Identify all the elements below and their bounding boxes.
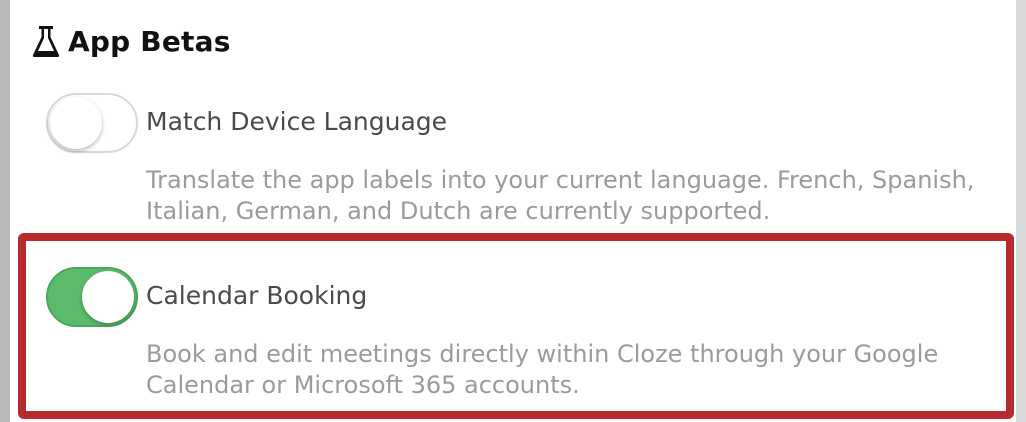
section-header: App Betas [32, 24, 231, 58]
flask-icon [32, 26, 60, 57]
section-title: App Betas [68, 24, 231, 58]
setting-description: Book and edit meetings directly within C… [146, 340, 939, 399]
setting-label: Match Device Language [146, 107, 448, 136]
calendar-booking-toggle[interactable] [46, 267, 138, 327]
toggle-knob [50, 97, 102, 149]
setting-label: Calendar Booking [146, 281, 368, 310]
match-device-language-toggle[interactable] [46, 93, 138, 153]
toggle-knob [82, 271, 134, 323]
background-edge [1016, 0, 1026, 422]
setting-description: Translate the app labels into your curre… [146, 166, 975, 225]
